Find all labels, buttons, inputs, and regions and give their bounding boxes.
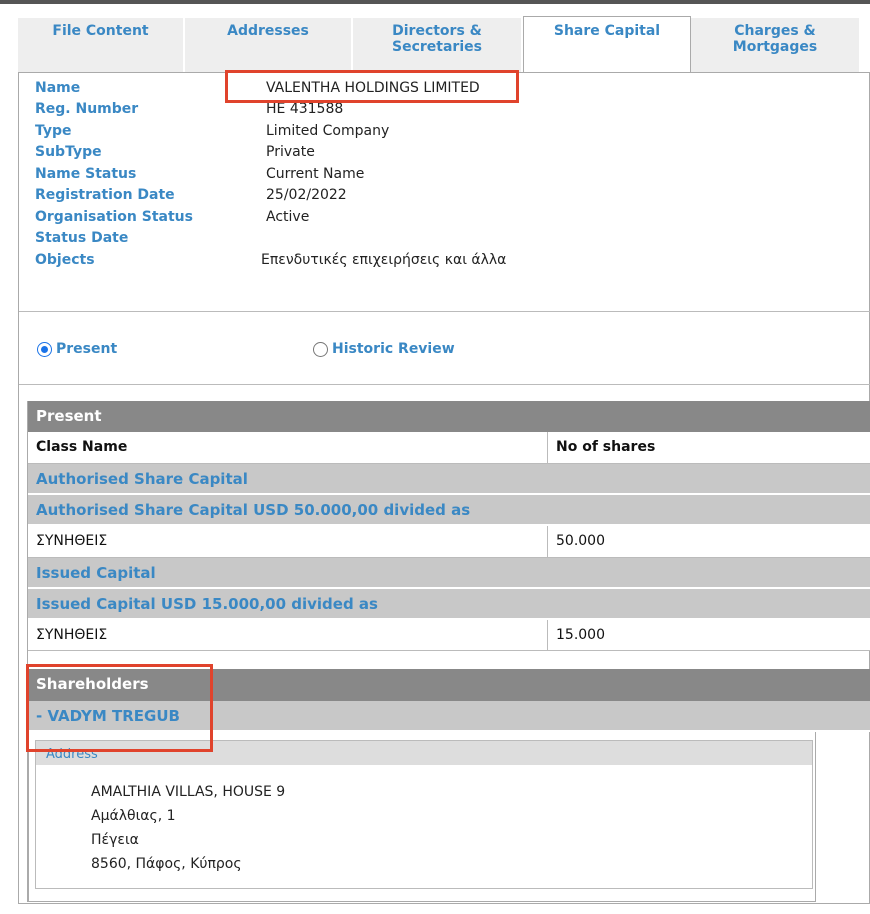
info-label: Name Status — [35, 166, 137, 182]
class-name-cell: ΣΥΝΗΘΕΙΣ — [36, 533, 108, 549]
address-line: Αμάλθιας, 1 — [91, 808, 176, 824]
tab-addresses[interactable]: Addresses — [185, 18, 353, 73]
info-row-objects: Objects Επενδυτικές επιχειρήσεις και άλλ… — [19, 252, 870, 273]
section-header-present: Present — [28, 401, 870, 432]
address-line: Πέγεια — [91, 832, 139, 848]
info-label: Type — [35, 123, 72, 139]
info-label: Registration Date — [35, 187, 175, 203]
info-value: Current Name — [266, 166, 365, 182]
col-no-of-shares: No of shares — [556, 439, 656, 455]
info-value: HE 431588 — [266, 101, 344, 117]
shares-cell: 15.000 — [556, 627, 605, 643]
info-label: Reg. Number — [35, 101, 139, 117]
highlight-box-company-name — [225, 70, 519, 103]
column-divider — [547, 432, 548, 463]
table-row: ΣΥΝΗΘΕΙΣ 15.000 — [28, 620, 870, 651]
class-name-cell: ΣΥΝΗΘΕΙΣ — [36, 627, 108, 643]
column-divider — [547, 620, 548, 650]
radio-unchecked-icon[interactable] — [313, 341, 328, 357]
address-line: AMALTHIA VILLAS, HOUSE 9 — [91, 784, 286, 800]
info-value: 25/02/2022 — [266, 187, 347, 203]
info-label: Name — [35, 80, 81, 96]
highlight-box-shareholder — [26, 664, 213, 752]
info-row-name-status: Name Status Current Name — [19, 166, 870, 187]
historic-review-radio-label[interactable]: Historic Review — [332, 341, 455, 357]
info-value: Active — [266, 209, 310, 225]
info-value: Limited Company — [266, 123, 390, 139]
authorised-capital-subtitle: Authorised Share Capital USD 50.000,00 d… — [28, 495, 870, 526]
info-row-reg-number: Reg. Number HE 431588 — [19, 101, 870, 122]
address-line: 8560, Πάφος, Κύπρος — [91, 856, 242, 872]
column-divider — [547, 526, 548, 557]
present-radio[interactable]: Present — [37, 341, 117, 357]
radio-checked-icon[interactable] — [37, 341, 52, 357]
tab-share-capital[interactable]: Share Capital — [523, 16, 691, 73]
info-value: Private — [266, 144, 315, 160]
table-row: ΣΥΝΗΘΕΙΣ 50.000 — [28, 526, 870, 558]
address-box: Address AMALTHIA VILLAS, HOUSE 9 Αμάλθια… — [35, 740, 813, 889]
issued-capital-subtitle: Issued Capital USD 15.000,00 divided as — [28, 589, 870, 620]
historic-review-radio[interactable]: Historic Review — [313, 341, 455, 357]
table-header: Class Name No of shares — [28, 432, 870, 464]
info-row-type: Type Limited Company — [19, 123, 870, 144]
shares-cell: 50.000 — [556, 533, 605, 549]
info-row-status-date: Status Date — [19, 230, 870, 251]
info-label: Objects — [35, 252, 95, 268]
tab-directors-secretaries[interactable]: Directors & Secretaries — [353, 18, 523, 73]
col-class-name: Class Name — [36, 439, 128, 455]
view-selector: Present Historic Review — [19, 312, 870, 385]
tab-file-content[interactable]: File Content — [18, 18, 185, 73]
top-bar — [0, 0, 870, 4]
info-label: SubType — [35, 144, 102, 160]
info-label: Organisation Status — [35, 209, 193, 225]
info-row-registration-date: Registration Date 25/02/2022 — [19, 187, 870, 208]
content-panel: Name VALENTHA HOLDINGS LIMITED Reg. Numb… — [18, 72, 870, 904]
info-value: Επενδυτικές επιχειρήσεις και άλλα — [261, 252, 507, 268]
authorised-capital-title: Authorised Share Capital — [28, 464, 870, 495]
info-row-organisation-status: Organisation Status Active — [19, 209, 870, 230]
tab-bar: File Content Addresses Directors & Secre… — [18, 16, 870, 73]
issued-capital-title: Issued Capital — [28, 558, 870, 589]
info-row-subtype: SubType Private — [19, 144, 870, 165]
company-info: Name VALENTHA HOLDINGS LIMITED Reg. Numb… — [19, 72, 870, 312]
present-radio-label[interactable]: Present — [56, 341, 117, 357]
info-label: Status Date — [35, 230, 129, 246]
tab-charges-mortgages[interactable]: Charges & Mortgages — [691, 18, 861, 73]
